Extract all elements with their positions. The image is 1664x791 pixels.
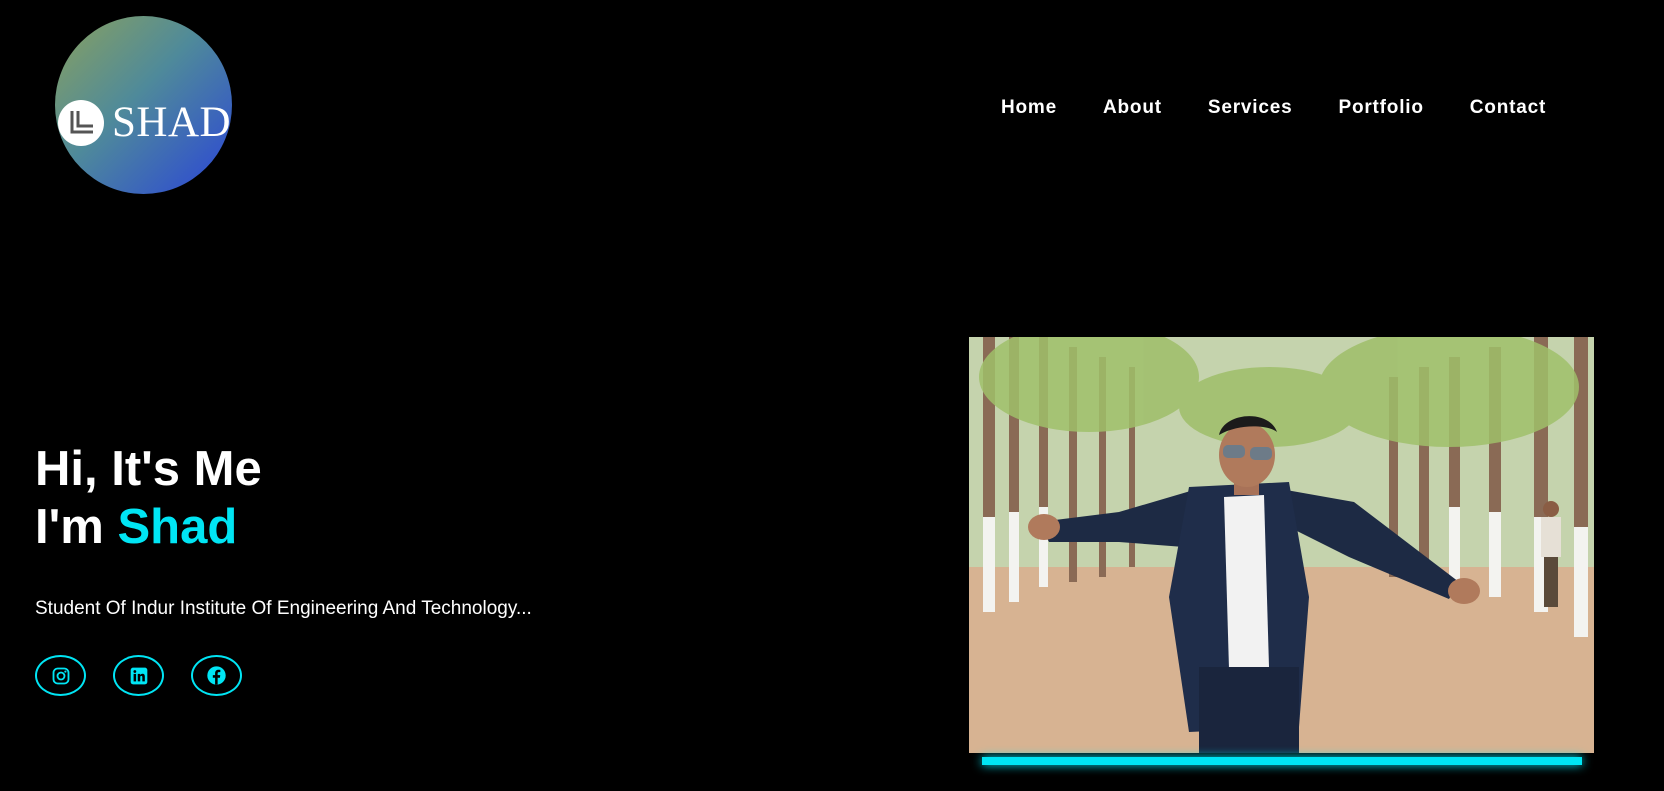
instagram-icon <box>52 667 69 684</box>
main-nav: Home About Services Portfolio Contact <box>1001 97 1592 119</box>
site-logo[interactable]: SHAD <box>55 16 232 194</box>
linkedin-icon <box>130 667 147 684</box>
facebook-link[interactable] <box>191 655 242 696</box>
hero-title: Hi, It's Me I'm Shad <box>35 440 262 556</box>
linkedin-link[interactable] <box>113 655 164 696</box>
profile-photo <box>969 337 1594 753</box>
hero-line2-prefix: I'm <box>35 500 118 554</box>
social-links <box>35 655 269 696</box>
nav-contact[interactable]: Contact <box>1470 97 1546 119</box>
photo-accent-bar <box>982 757 1582 765</box>
nav-about[interactable]: About <box>1103 97 1162 119</box>
hero-name: Shad <box>117 500 238 554</box>
nav-portfolio[interactable]: Portfolio <box>1338 97 1423 119</box>
logo-mark-icon <box>58 100 104 146</box>
nav-services[interactable]: Services <box>1208 97 1293 119</box>
hero-subtitle: Student Of Indur Institute Of Engineerin… <box>35 598 532 619</box>
profile-photo-illustration <box>969 337 1594 753</box>
nav-home[interactable]: Home <box>1001 97 1057 119</box>
hero-line1: Hi, It's Me <box>35 442 262 496</box>
facebook-icon <box>207 666 226 685</box>
logo-text: SHAD <box>112 99 232 146</box>
instagram-link[interactable] <box>35 655 86 696</box>
